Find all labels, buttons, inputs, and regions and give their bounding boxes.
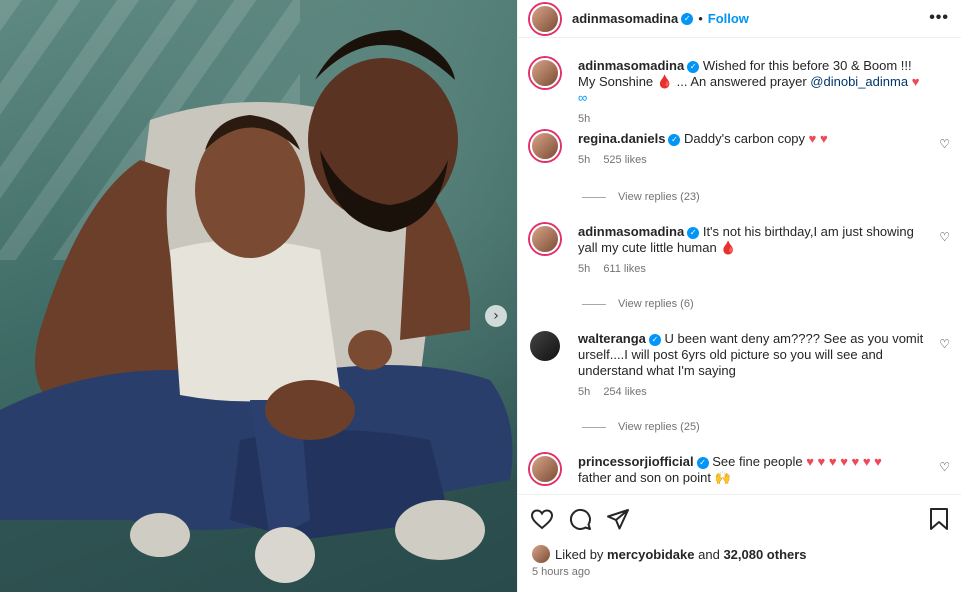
liked-by-others[interactable]: 32,080 others	[723, 547, 806, 562]
post-photo[interactable]: ›	[0, 0, 517, 592]
comment-likes[interactable]: 611 likes	[603, 263, 646, 275]
raised-hands-emoji: 🙌	[714, 470, 731, 485]
comment-like-icon[interactable]: ♡	[939, 137, 950, 151]
comment-text: See fine people	[712, 454, 803, 469]
verified-badge-icon: ✓	[681, 12, 694, 25]
post-timestamp: 5 hours ago	[532, 566, 591, 578]
drop-emoji: 🩸	[720, 240, 737, 255]
verified-badge-icon: ✓	[648, 333, 661, 346]
comment-item: walteranga ✓ U been want deny am???? See …	[530, 331, 950, 400]
action-icons	[530, 507, 630, 531]
comment-avatar[interactable]	[530, 224, 560, 254]
comment-time: 5h	[578, 386, 591, 398]
comment-like-icon[interactable]: ♡	[939, 230, 950, 244]
view-replies-button[interactable]: View replies (6)	[582, 298, 694, 310]
post-header: adinmasomadina ✓ • Follow •••	[518, 0, 961, 38]
verified-badge-icon: ✓	[696, 456, 709, 469]
follow-button[interactable]: Follow	[708, 11, 749, 26]
comment-text: Daddy's carbon copy	[684, 131, 806, 146]
caption: adinmasomadina ✓ Wished for this before 3…	[530, 58, 950, 127]
view-replies-label: View replies (6)	[618, 298, 694, 310]
caption-mention-link[interactable]: @dinobi_adinma	[810, 74, 908, 89]
heart-emoji: ♥ ♥ ♥ ♥ ♥ ♥ ♥	[806, 454, 882, 469]
replies-divider	[582, 303, 606, 305]
view-replies-label: View replies (25)	[618, 421, 700, 433]
comment-avatar[interactable]	[530, 131, 560, 161]
more-options-icon[interactable]: •••	[929, 9, 949, 27]
carousel-next-button[interactable]: ›	[485, 305, 507, 327]
verified-badge-icon: ✓	[687, 226, 700, 239]
comment-time: 5h	[578, 154, 591, 166]
comment-item: princessorjiofficial ✓ See fine people ♥ …	[530, 454, 950, 486]
share-icon[interactable]	[606, 507, 630, 531]
liked-by-row: Liked by mercyobidake and 32,080 others	[532, 545, 807, 563]
comment-like-icon[interactable]: ♡	[939, 337, 950, 351]
liked-by-and: and	[698, 546, 720, 562]
heart-emoji: ♥ ♥	[808, 131, 828, 146]
comment-like-icon[interactable]: ♡	[939, 460, 950, 474]
view-replies-button[interactable]: View replies (23)	[582, 191, 700, 203]
comment-icon[interactable]	[568, 507, 592, 531]
liker-avatar[interactable]	[532, 545, 550, 563]
comment-username[interactable]: walteranga	[578, 331, 646, 346]
comment-avatar[interactable]	[530, 331, 560, 361]
author-username[interactable]: adinmasomadina	[572, 11, 678, 26]
photo-illustration	[0, 30, 517, 592]
author-avatar[interactable]	[530, 3, 560, 34]
comments-list[interactable]: adinmasomadina ✓ Wished for this before 3…	[518, 38, 961, 493]
liked-by-user[interactable]: mercyobidake	[607, 547, 694, 562]
replies-divider	[582, 426, 606, 428]
caption-text-2: ... An answered prayer	[676, 74, 807, 89]
verified-badge-icon: ✓	[687, 60, 700, 73]
post-actions: Liked by mercyobidake and 32,080 others …	[518, 494, 961, 592]
comment-time: 5h	[578, 263, 591, 275]
caption-username[interactable]: adinmasomadina	[578, 58, 684, 73]
view-replies-button[interactable]: View replies (25)	[582, 421, 700, 433]
heart-emoji: ♥	[911, 74, 920, 89]
comment-username[interactable]: princessorjiofficial	[578, 454, 694, 469]
comment-item: regina.daniels ✓ Daddy's carbon copy ♥ ♥ …	[530, 131, 950, 168]
comment-likes[interactable]: 254 likes	[603, 386, 646, 398]
comment-text-2: father and son on point	[578, 470, 711, 485]
caption-time: 5h	[578, 113, 591, 125]
drop-emoji: 🩸	[656, 74, 673, 89]
view-replies-label: View replies (23)	[618, 191, 700, 203]
caption-avatar[interactable]	[530, 58, 560, 88]
replies-divider	[582, 196, 606, 198]
infinity-emoji: ∞	[578, 90, 588, 105]
verified-badge-icon: ✓	[668, 133, 681, 146]
separator-dot: •	[698, 11, 703, 26]
bookmark-icon[interactable]	[928, 507, 950, 531]
comment-username[interactable]: adinmasomadina	[578, 224, 684, 239]
comment-avatar[interactable]	[530, 454, 560, 484]
post-side-panel: adinmasomadina ✓ • Follow ••• adinmasoma…	[517, 0, 961, 592]
comment-likes[interactable]: 525 likes	[603, 154, 646, 166]
liked-by-prefix: Liked by	[555, 546, 604, 562]
heart-icon[interactable]	[530, 507, 554, 531]
comment-item: adinmasomadina ✓ It's not his birthday,I …	[530, 224, 950, 277]
comment-username[interactable]: regina.daniels	[578, 131, 665, 146]
